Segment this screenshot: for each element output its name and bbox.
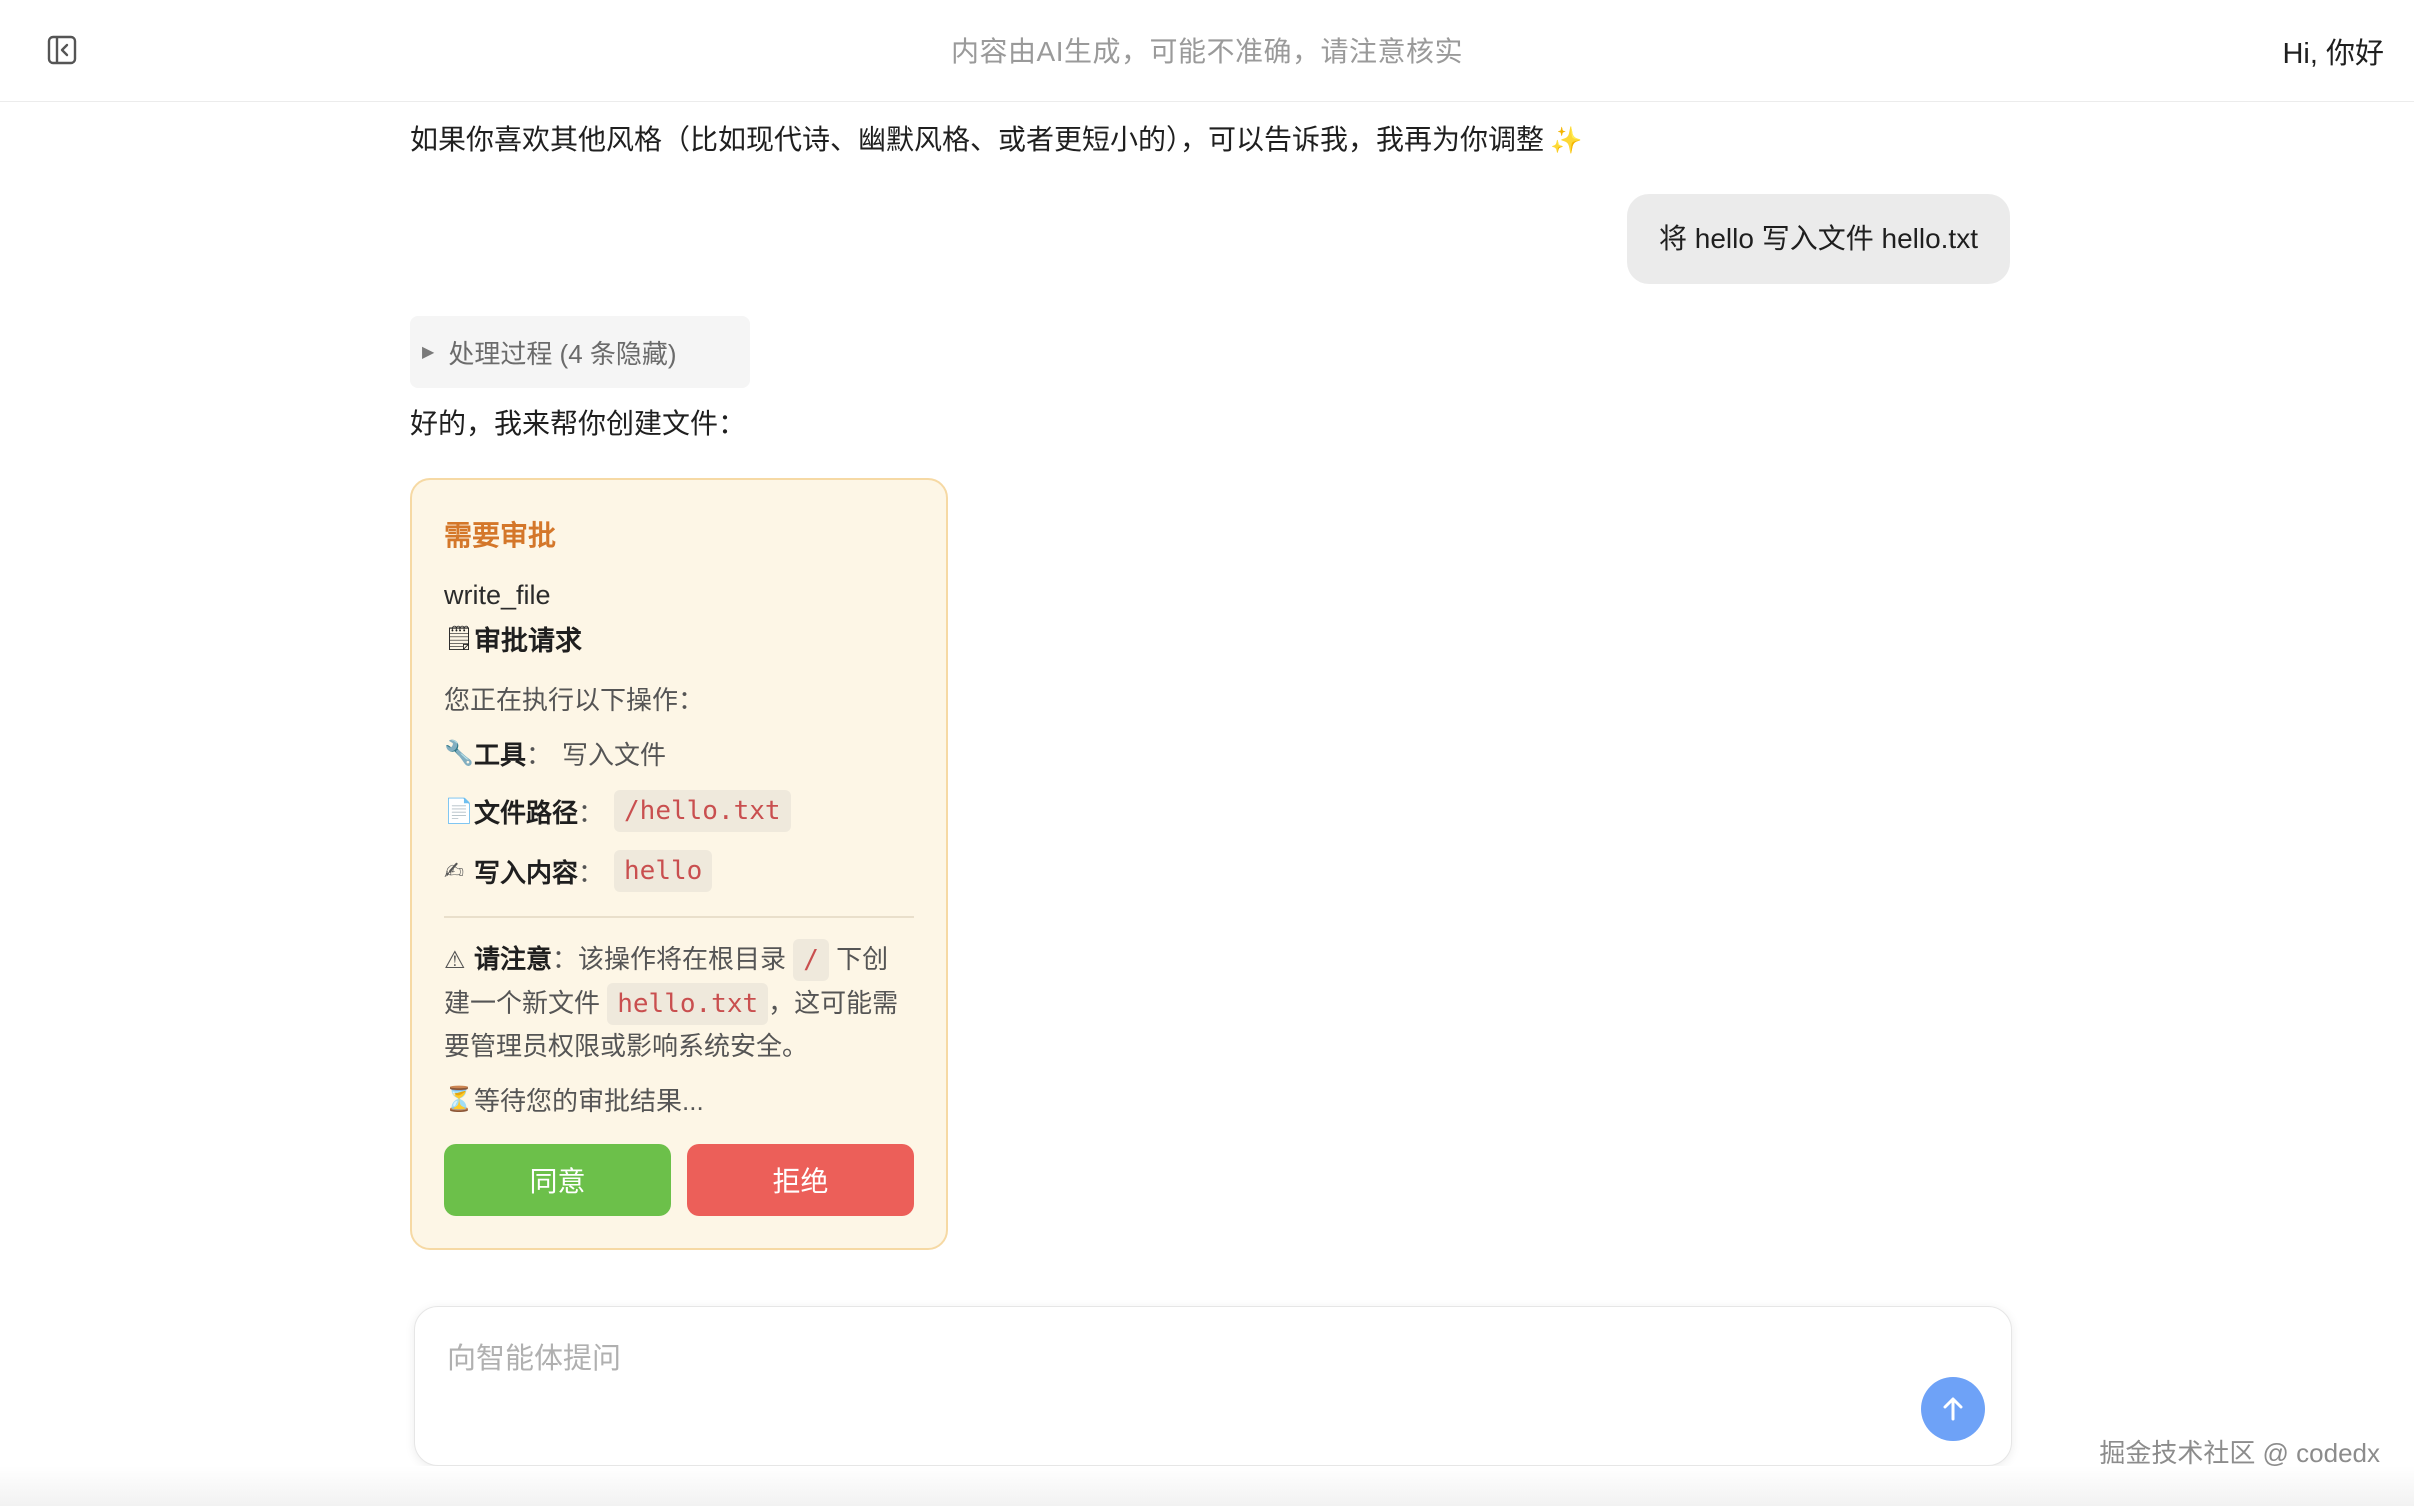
tool-key: 工具 bbox=[474, 740, 527, 770]
approval-request-label: 审批请求 bbox=[474, 626, 582, 656]
assistant-message: 如果你喜欢其他风格（比如现代诗、幽默风格、或者更短小的），可以告诉我，我再为你调… bbox=[410, 120, 1582, 160]
waiting-status: ⏳ 等待您的审批结果... bbox=[444, 1081, 914, 1118]
content-row: ✍ 写入内容： hello bbox=[444, 850, 914, 892]
user-message: 将 hello 写入文件 hello.txt bbox=[1627, 194, 2010, 284]
root-dir-code: / bbox=[793, 939, 829, 981]
filename-code: hello.txt bbox=[607, 983, 769, 1025]
warning-key: 请注意 bbox=[474, 944, 553, 974]
send-button[interactable] bbox=[1921, 1377, 1985, 1441]
divider bbox=[444, 916, 914, 918]
approval-title: 需要审批 bbox=[444, 520, 557, 551]
approve-button[interactable]: 同意 bbox=[444, 1144, 671, 1216]
sparkle-icon: ✨ bbox=[1550, 125, 1583, 155]
user-greeting: Hi, 你好 bbox=[2282, 38, 2384, 70]
chat-input-box bbox=[414, 1306, 2012, 1466]
tool-row: 🔧 工具： 写入文件 bbox=[444, 735, 914, 772]
approval-request-heading: 🗒 审批请求 bbox=[444, 619, 914, 658]
path-value: /hello.txt bbox=[614, 790, 791, 832]
warning-text-part: 该操作将在根目录 bbox=[578, 944, 787, 974]
warning-text: ⚠ 请注意：该操作将在根目录 / 下创建一个新文件 hello.txt ，这可能需要… bbox=[444, 938, 914, 1067]
notepad-icon: 🗒 bbox=[444, 625, 475, 652]
wrench-icon: 🔧 bbox=[444, 740, 474, 767]
tool-name: write_file bbox=[444, 580, 551, 610]
expand-triangle-icon: ▶ bbox=[422, 344, 435, 361]
warning-icon: ⚠ bbox=[444, 947, 466, 974]
process-toggle[interactable]: ▶ 处理过程 (4 条隐藏) bbox=[410, 316, 750, 388]
chat-page: 内容由AI生成，可能不准确，请注意核实 Hi, 你好 如果你喜欢其他风格（比如现… bbox=[0, 0, 2414, 1506]
bottom-fade bbox=[0, 1466, 2414, 1506]
document-icon: 📄 bbox=[444, 797, 474, 825]
arrow-up-icon bbox=[1943, 1397, 1963, 1421]
assistant-message-text: 如果你喜欢其他风格（比如现代诗、幽默风格、或者更短小的），可以告诉我，我再为你调… bbox=[410, 124, 1545, 155]
hourglass-icon: ⏳ bbox=[444, 1086, 474, 1113]
process-toggle-label: 处理过程 (4 条隐藏) bbox=[448, 338, 677, 369]
header: 内容由AI生成，可能不准确，请注意核实 Hi, 你好 bbox=[0, 0, 2414, 102]
approval-intro: 您正在执行以下操作： bbox=[444, 685, 705, 715]
approval-card: 需要审批 write_file 🗒 审批请求 您正在执行以下操作： 🔧 工具： … bbox=[410, 478, 948, 1250]
path-key: 文件路径 bbox=[474, 797, 579, 828]
content-key: 写入内容 bbox=[474, 857, 579, 888]
chat-input[interactable] bbox=[447, 1337, 1847, 1381]
watermark: 掘金技术社区 @ codedx bbox=[2099, 1438, 2380, 1468]
writing-hand-icon: ✍ bbox=[444, 857, 465, 885]
assistant-reply: 好的，我来帮你创建文件： bbox=[410, 408, 747, 439]
tool-value: 写入文件 bbox=[562, 740, 667, 770]
reject-button[interactable]: 拒绝 bbox=[687, 1144, 914, 1216]
waiting-text: 等待您的审批结果... bbox=[474, 1086, 704, 1116]
path-row: 📄 文件路径： /hello.txt bbox=[444, 790, 914, 832]
content-value: hello bbox=[614, 850, 713, 892]
ai-disclaimer: 内容由AI生成，可能不准确，请注意核实 bbox=[951, 36, 1463, 67]
approval-actions: 同意 拒绝 bbox=[444, 1144, 914, 1216]
